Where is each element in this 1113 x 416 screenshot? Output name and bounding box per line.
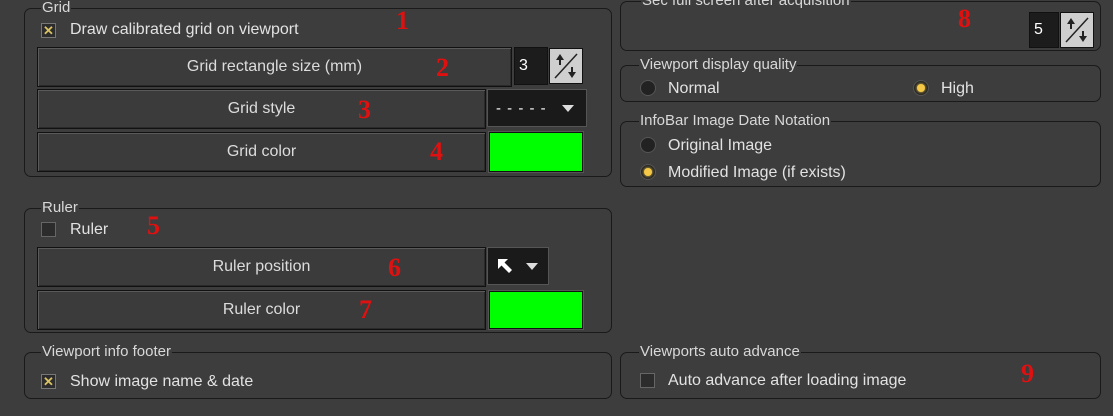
- ruler-legend: Ruler: [42, 199, 78, 216]
- annotation-marker-5: 5: [147, 211, 160, 240]
- quality-high-label: High: [941, 80, 974, 97]
- infobar-original-label: Original Image: [668, 137, 773, 154]
- fullscreen-seconds-spinner[interactable]: [1060, 12, 1094, 48]
- spinner-arrows-icon: [554, 53, 578, 79]
- grid-rect-size-input[interactable]: 3: [514, 47, 548, 85]
- infobar-modified-radio[interactable]: [640, 164, 656, 180]
- annotation-marker-8: 8: [958, 4, 971, 33]
- grid-style-label: Grid style: [37, 89, 486, 129]
- annotation-marker-9: 9: [1021, 359, 1034, 388]
- grid-color-swatch[interactable]: [489, 132, 583, 172]
- annotation-marker-7: 7: [359, 295, 372, 324]
- ruler-color-swatch[interactable]: [489, 291, 583, 329]
- arrow-up-left-icon: [498, 259, 512, 273]
- quality-normal-radio[interactable]: [640, 80, 656, 96]
- show-image-name-label: Show image name & date: [70, 373, 254, 390]
- autoadvance-checkbox[interactable]: [640, 373, 655, 388]
- quality-normal-label: Normal: [668, 80, 720, 97]
- show-image-name-checkbox[interactable]: ✕: [41, 374, 56, 389]
- infobar-legend: InfoBar Image Date Notation: [640, 112, 831, 129]
- annotation-marker-2: 2: [436, 53, 449, 82]
- check-icon: ✕: [43, 23, 54, 38]
- fullscreen-legend: Sec full screen after acquisition: [642, 0, 850, 9]
- grid-style-dropdown[interactable]: - - - - -: [487, 89, 587, 127]
- check-icon: ✕: [43, 374, 54, 389]
- grid-color-label: Grid color: [37, 132, 486, 172]
- grid-legend: Grid: [42, 0, 71, 16]
- chevron-down-icon: [562, 104, 574, 112]
- ruler-position-dropdown[interactable]: [487, 247, 549, 285]
- ruler-color-label: Ruler color: [37, 290, 486, 330]
- chevron-down-icon: [526, 262, 538, 270]
- draw-grid-label: Draw calibrated grid on viewport: [70, 21, 299, 38]
- annotation-marker-4: 4: [430, 137, 443, 166]
- footer-legend: Viewport info footer: [42, 343, 171, 360]
- draw-grid-checkbox[interactable]: ✕: [41, 23, 56, 38]
- annotation-marker-1: 1: [396, 6, 409, 35]
- ruler-checkbox[interactable]: [41, 222, 56, 237]
- autoadvance-legend: Viewports auto advance: [640, 343, 800, 360]
- infobar-original-radio[interactable]: [640, 137, 656, 153]
- autoadvance-label: Auto advance after loading image: [668, 372, 907, 389]
- fullscreen-seconds-input[interactable]: 5: [1029, 12, 1059, 48]
- annotation-marker-6: 6: [388, 253, 401, 282]
- infobar-modified-label: Modified Image (if exists): [668, 164, 846, 181]
- spinner-arrows-icon: [1065, 17, 1089, 43]
- quality-legend: Viewport display quality: [640, 56, 797, 73]
- grid-rect-size-spinner[interactable]: [549, 48, 583, 84]
- ruler-position-label: Ruler position: [37, 247, 486, 287]
- ruler-label: Ruler: [70, 221, 109, 238]
- grid-style-value: - - - - -: [496, 99, 547, 117]
- quality-high-radio[interactable]: [913, 80, 929, 96]
- annotation-marker-3: 3: [358, 95, 371, 124]
